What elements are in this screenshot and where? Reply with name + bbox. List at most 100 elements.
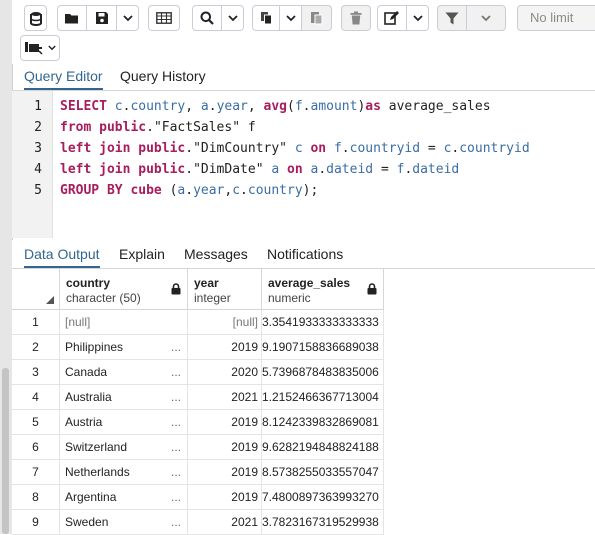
filter-dropdown-button[interactable] (467, 5, 506, 31)
code-token: cube (130, 183, 162, 198)
code-token: "DimCountry" (193, 141, 287, 156)
cell-year[interactable]: 2021 (188, 510, 262, 535)
code-token: left join (60, 162, 131, 177)
open-file-button[interactable] (57, 5, 87, 31)
save-button[interactable] (87, 5, 117, 31)
find-button[interactable] (192, 5, 222, 31)
cell-value: Argentina (65, 490, 117, 504)
cell-country[interactable]: Austria... (60, 410, 188, 435)
row-number-header[interactable] (12, 269, 60, 310)
cell-value: Canada (65, 365, 108, 379)
cell-country[interactable]: Philippines... (60, 335, 188, 360)
find-dropdown-button[interactable] (222, 5, 244, 31)
cell-country[interactable]: Sweden... (60, 510, 188, 535)
table-row[interactable]: 3 Canada... 2020 5.7396878483835006 (12, 360, 384, 385)
edit-button[interactable] (377, 5, 407, 31)
code-line[interactable]: 2 from public."FactSales" f (12, 117, 595, 138)
table-row[interactable]: 9 Sweden... 2021 3.7823167319529938 (12, 510, 384, 535)
tab-explain[interactable]: Explain (119, 240, 165, 268)
cell-average-sales[interactable]: 3.3541933333333333 (262, 310, 384, 335)
cell-year[interactable]: 2019 (188, 410, 262, 435)
row-number[interactable]: 2 (12, 335, 60, 360)
sql-editor[interactable]: 1 SELECT c.country, a.year, avg(f.amount)… (12, 91, 595, 238)
code-token: c (294, 141, 303, 156)
row-limit-select[interactable]: No limit (517, 5, 595, 31)
cell-average-sales[interactable]: 8.1242339832869081 (262, 410, 384, 435)
expand-ellipsis[interactable]: ... (171, 335, 181, 359)
cell-year[interactable]: 2019 (188, 485, 262, 510)
commit-button[interactable] (20, 35, 60, 61)
table-row[interactable]: 2 Philippines... 2019 9.1907158836689038 (12, 335, 384, 360)
table-row[interactable]: 5 Austria... 2019 8.1242339832869081 (12, 410, 384, 435)
tab-notifications[interactable]: Notifications (267, 240, 343, 268)
tab-query-editor[interactable]: Query Editor (24, 64, 103, 90)
save-icon (95, 12, 108, 24)
table-row[interactable]: 7 Netherlands... 2019 8.5738255033557047 (12, 460, 384, 485)
cell-year[interactable]: 2021 (188, 385, 262, 410)
cell-country[interactable]: Netherlands... (60, 460, 188, 485)
cell-year[interactable]: 2019 (188, 335, 262, 360)
cell-country[interactable]: Argentina... (60, 485, 188, 510)
cell-year[interactable]: 2019 (188, 460, 262, 485)
paste-button[interactable] (302, 5, 332, 31)
cell-year[interactable]: 2020 (188, 360, 262, 385)
table-row[interactable]: 1 [null] [null] 3.3541933333333333 (12, 310, 384, 335)
cell-country[interactable]: Australia... (60, 385, 188, 410)
code-token: ( (161, 183, 178, 198)
filter-button[interactable] (437, 5, 467, 31)
table-row[interactable]: 8 Argentina... 2019 7.4800897363993270 (12, 485, 384, 510)
code-line[interactable]: 1 SELECT c.country, a.year, avg(f.amount)… (12, 96, 595, 117)
column-header-average-sales[interactable]: average_sales numeric (262, 269, 384, 310)
expand-ellipsis[interactable]: ... (171, 435, 181, 459)
code-token: . (208, 99, 217, 114)
table-row[interactable]: 4 Australia... 2021 1.2152466367713004 (12, 385, 384, 410)
cell-average-sales[interactable]: 5.7396878483835006 (262, 360, 384, 385)
code-line[interactable]: 4 left join public."DimDate" a on a.datei… (12, 159, 595, 180)
tab-data-output[interactable]: Data Output (24, 240, 100, 268)
code-token: on (287, 162, 303, 177)
code-line[interactable]: 3 left join public."DimCountry" c on f.co… (12, 138, 595, 159)
row-number[interactable]: 4 (12, 385, 60, 410)
delete-button[interactable] (341, 5, 371, 31)
code-token: year (216, 99, 248, 114)
select-all-corner-icon[interactable] (46, 296, 54, 304)
expand-ellipsis[interactable]: ... (171, 410, 181, 434)
tab-messages[interactable]: Messages (184, 240, 248, 268)
cell-average-sales[interactable]: 9.6282194848824188 (262, 435, 384, 460)
scrollbar-thumb[interactable] (2, 368, 9, 534)
copy-button[interactable] (252, 5, 280, 31)
cell-country[interactable]: [null] (60, 310, 188, 335)
database-button[interactable] (24, 5, 47, 31)
edit-data-grid-button[interactable] (148, 5, 180, 31)
cell-average-sales[interactable]: 9.1907158836689038 (262, 335, 384, 360)
save-dropdown-button[interactable] (117, 5, 139, 31)
expand-ellipsis[interactable]: ... (171, 360, 181, 384)
expand-ellipsis[interactable]: ... (171, 485, 181, 509)
cell-average-sales[interactable]: 1.2152466367713004 (262, 385, 384, 410)
column-header-country[interactable]: country character (50) (60, 269, 188, 310)
row-number[interactable]: 8 (12, 485, 60, 510)
row-number[interactable]: 5 (12, 410, 60, 435)
row-number[interactable]: 6 (12, 435, 60, 460)
code-token: avg (263, 99, 288, 114)
column-header-year[interactable]: year integer (188, 269, 262, 310)
row-number[interactable]: 3 (12, 360, 60, 385)
edit-dropdown-button[interactable] (407, 5, 429, 31)
row-number[interactable]: 1 (12, 310, 60, 335)
cell-average-sales[interactable]: 3.7823167319529938 (262, 510, 384, 535)
expand-ellipsis[interactable]: ... (171, 460, 181, 484)
row-number[interactable]: 9 (12, 510, 60, 535)
tab-query-history[interactable]: Query History (120, 64, 206, 90)
cell-country[interactable]: Switzerland... (60, 435, 188, 460)
cell-average-sales[interactable]: 8.5738255033557047 (262, 460, 384, 485)
code-line[interactable]: 5 GROUP BY cube (a.year,c.country); (12, 180, 595, 201)
row-number[interactable]: 7 (12, 460, 60, 485)
table-row[interactable]: 6 Switzerland... 2019 9.6282194848824188 (12, 435, 384, 460)
expand-ellipsis[interactable]: ... (171, 385, 181, 409)
cell-average-sales[interactable]: 7.4800897363993270 (262, 485, 384, 510)
copy-dropdown-button[interactable] (280, 5, 302, 31)
cell-country[interactable]: Canada... (60, 360, 188, 385)
cell-year[interactable]: 2019 (188, 435, 262, 460)
expand-ellipsis[interactable]: ... (171, 510, 181, 534)
cell-year[interactable]: [null] (188, 310, 262, 335)
